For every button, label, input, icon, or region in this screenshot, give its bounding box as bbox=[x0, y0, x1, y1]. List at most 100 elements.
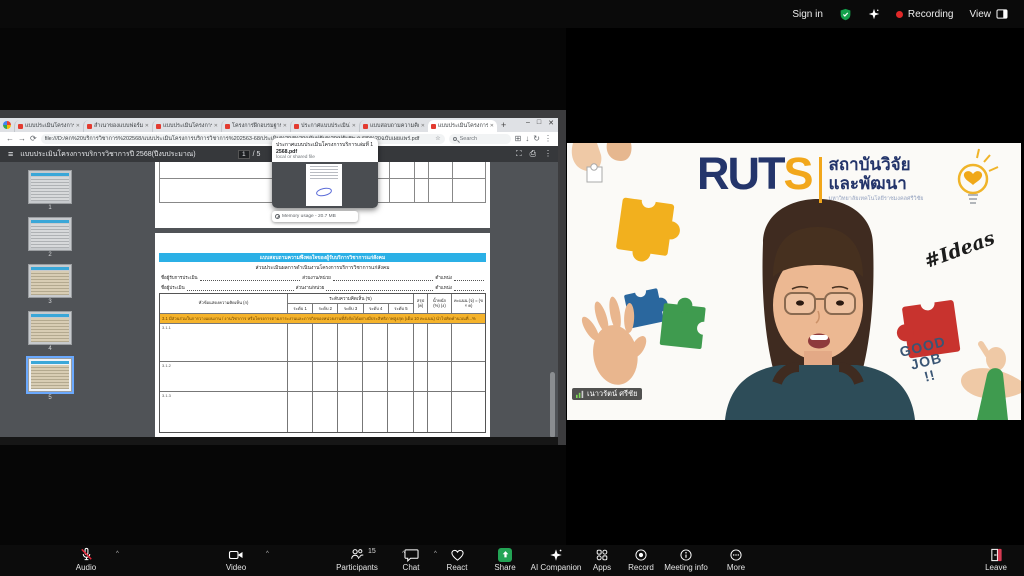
maximize-button[interactable]: □ bbox=[537, 119, 541, 127]
chat-options-chevron[interactable]: ^ bbox=[434, 551, 437, 557]
tab-close-icon[interactable]: ✕ bbox=[214, 123, 218, 129]
tab-close-icon[interactable]: ✕ bbox=[421, 123, 425, 129]
search-icon bbox=[453, 137, 457, 141]
address-field[interactable]: file:///D:/คก%20บริการวิชาการ%202568/แบบ… bbox=[41, 134, 445, 144]
share-screen-icon bbox=[498, 548, 512, 562]
reload-icon[interactable]: ⟳ bbox=[30, 135, 37, 143]
col-levels-group: ระดับความคิดเห็น (ข) ระดับ 1 ระดับ 2 ระด… bbox=[288, 294, 414, 313]
connection-signal-icon bbox=[576, 390, 584, 398]
highlighted-criteria-row: 3.1 มีส่วนร่วมในการวางแผนงาน / งานวิชากา… bbox=[160, 314, 485, 324]
participants-count-badge: 15 bbox=[368, 548, 376, 555]
pdf-favicon bbox=[156, 124, 161, 129]
browser-tab-6[interactable]: แบบสอบถามความคิดเห็นผู้รับบริการ✕ bbox=[359, 120, 428, 132]
logo-rut: RUT bbox=[697, 148, 783, 199]
zoom-meeting-window: Sign in Recording View แบบประเมินโครงการ… bbox=[0, 0, 1024, 576]
pdf-thumbnail-1[interactable] bbox=[28, 170, 72, 204]
forward-icon[interactable]: → bbox=[18, 135, 26, 143]
info-icon bbox=[679, 547, 693, 562]
thumbnail-number: 5 bbox=[28, 395, 72, 401]
browser-tab-1[interactable]: แบบประเมินโครงการบริการวิชาการ 4-68✕ bbox=[14, 120, 83, 132]
audio-button[interactable]: Audio bbox=[62, 547, 110, 572]
thumbnail-number: 4 bbox=[28, 346, 72, 352]
sign-in-button[interactable]: Sign in bbox=[792, 9, 823, 20]
thumbnail-number: 3 bbox=[28, 299, 72, 305]
browser-tab-3[interactable]: แบบประเมินโครงการบริการวิชาการ 4-68✕ bbox=[152, 120, 221, 132]
pdf-more-icon[interactable]: ⋮ bbox=[544, 149, 552, 159]
pdf-present-icon[interactable]: ⛶ bbox=[516, 149, 522, 159]
pdf-current-page-input[interactable]: 1 bbox=[238, 150, 250, 159]
pdf-thumbnail-3[interactable] bbox=[28, 264, 72, 298]
col-weight: น้ำหนัก (%) (ง) bbox=[428, 294, 452, 313]
ai-companion-topbar-icon[interactable] bbox=[868, 8, 880, 20]
chat-button[interactable]: Chat bbox=[392, 547, 430, 572]
tab-close-icon[interactable]: ✕ bbox=[490, 123, 494, 129]
history-icon[interactable]: ↻ bbox=[533, 135, 540, 143]
browser-tab-7-active[interactable]: แบบประเมินโครงการบริการวิชาการปี 2✕ bbox=[428, 120, 497, 132]
participant-video-tile[interactable]: RUTS สถาบันวิจัย และพัฒนา มหาวิทยาลัยเทค… bbox=[567, 143, 1021, 420]
browser-tab-4[interactable]: โครงการฝึกอบรมฐานข้อมูล รายงานผล✕ bbox=[221, 120, 290, 132]
pdf-page-indicator: 1 / 5 bbox=[238, 150, 260, 159]
pdf-thumbnail-4[interactable] bbox=[28, 311, 72, 345]
search-box[interactable]: Search bbox=[449, 134, 511, 144]
viewer-bottom-strip bbox=[0, 437, 558, 445]
video-button[interactable]: Video bbox=[212, 547, 260, 572]
audio-options-chevron[interactable]: ^ bbox=[116, 551, 119, 557]
split-grid-icon[interactable]: ⊞ bbox=[515, 135, 522, 143]
meeting-topbar: Sign in Recording View bbox=[0, 0, 1024, 28]
meeting-info-button[interactable]: Meeting info bbox=[658, 547, 714, 572]
minimize-button[interactable]: – bbox=[526, 119, 530, 127]
participants-button[interactable]: Participants bbox=[322, 547, 392, 572]
participant-name: เนาวรัตน์ ศรีชัย bbox=[587, 388, 638, 400]
pdf-thumbnail-2[interactable] bbox=[28, 217, 72, 251]
view-button[interactable]: View bbox=[970, 9, 1009, 20]
ai-sparkle-icon bbox=[549, 547, 563, 562]
close-button[interactable]: ✕ bbox=[548, 119, 554, 127]
doc-header-bar: แบบสอบถามความพึงพอใจของผู้รับบริการวิชาก… bbox=[159, 253, 486, 262]
pdf-print-icon[interactable]: ⎙ bbox=[530, 149, 536, 159]
browser-tab-5[interactable]: ประกาศแบบประเมินโครงการบริการเล่มที่ 1✕ bbox=[290, 120, 359, 132]
video-options-chevron[interactable]: ^ bbox=[266, 551, 269, 557]
yellow-puzzle-piece bbox=[615, 190, 685, 266]
table-row: 3.1.3 bbox=[160, 392, 485, 432]
green-puzzle-piece bbox=[660, 296, 713, 350]
preview-title-line1: ประกาศแบบประเมินโครงการบริการเล่มที่ 1 bbox=[276, 141, 374, 149]
new-tab-button[interactable]: + bbox=[501, 120, 506, 130]
react-button[interactable]: React bbox=[438, 547, 476, 572]
leave-button[interactable]: Leave bbox=[976, 547, 1016, 572]
tab-hover-preview: ประกาศแบบประเมินโครงการบริการเล่มที่ 1 2… bbox=[272, 138, 378, 222]
browser-tabstrip: แบบประเมินโครงการบริการวิชาการ 4-68✕ สำเ… bbox=[0, 118, 558, 132]
browser-menu-icon[interactable]: ⋮ bbox=[544, 135, 552, 143]
pdf-sidebar-toggle-icon[interactable]: ≡ bbox=[8, 149, 13, 159]
col-level-4: ระดับ 4 bbox=[364, 304, 389, 313]
tab-close-icon[interactable]: ✕ bbox=[283, 123, 287, 129]
more-button[interactable]: More bbox=[718, 547, 754, 572]
pdf-page-5: แบบสอบถามความพึงพอใจของผู้รับบริการวิชาก… bbox=[155, 233, 490, 437]
logo-divider bbox=[819, 157, 822, 203]
pdf-favicon bbox=[431, 124, 436, 129]
tab-close-icon[interactable]: ✕ bbox=[145, 123, 149, 129]
logo-thai-line1: สถาบันวิจัย bbox=[829, 155, 924, 174]
browser-tab-2[interactable]: สำเนาของแบบฟอร์ม ก.✕ bbox=[83, 120, 152, 132]
bookmark-star-icon[interactable]: ☆ bbox=[435, 136, 440, 142]
tab-close-icon[interactable]: ✕ bbox=[76, 123, 80, 129]
pdf-thumbnail-5-selected[interactable] bbox=[28, 358, 72, 392]
microphone-muted-icon bbox=[79, 547, 94, 562]
screenshare-area: แบบประเมินโครงการบริการวิชาการ 4-68✕ สำเ… bbox=[0, 28, 566, 545]
recording-indicator[interactable]: Recording bbox=[896, 9, 954, 20]
search-hint: Search bbox=[460, 136, 477, 142]
participant-person bbox=[725, 199, 915, 420]
apps-button[interactable]: Apps bbox=[584, 547, 620, 572]
memory-gauge-icon bbox=[275, 214, 280, 219]
downloads-icon[interactable]: ↓ bbox=[525, 135, 529, 143]
tab-close-icon[interactable]: ✕ bbox=[352, 123, 356, 129]
share-button[interactable]: Share bbox=[486, 547, 524, 572]
encryption-shield-icon[interactable] bbox=[839, 8, 852, 21]
logo-thai-line2: และพัฒนา bbox=[829, 174, 924, 193]
col-level-2: ระดับ 2 bbox=[313, 304, 338, 313]
pdf-scrollbar[interactable] bbox=[550, 372, 555, 438]
col-topic: หัวข้อแสดงความคิดเห็น (ก) bbox=[160, 294, 288, 313]
ai-companion-button[interactable]: AI Companion bbox=[522, 547, 590, 572]
recording-label: Recording bbox=[908, 9, 954, 20]
participant-name-badge: เนาวรัตน์ ศรีชัย bbox=[572, 388, 642, 400]
back-icon[interactable]: ← bbox=[6, 135, 14, 143]
